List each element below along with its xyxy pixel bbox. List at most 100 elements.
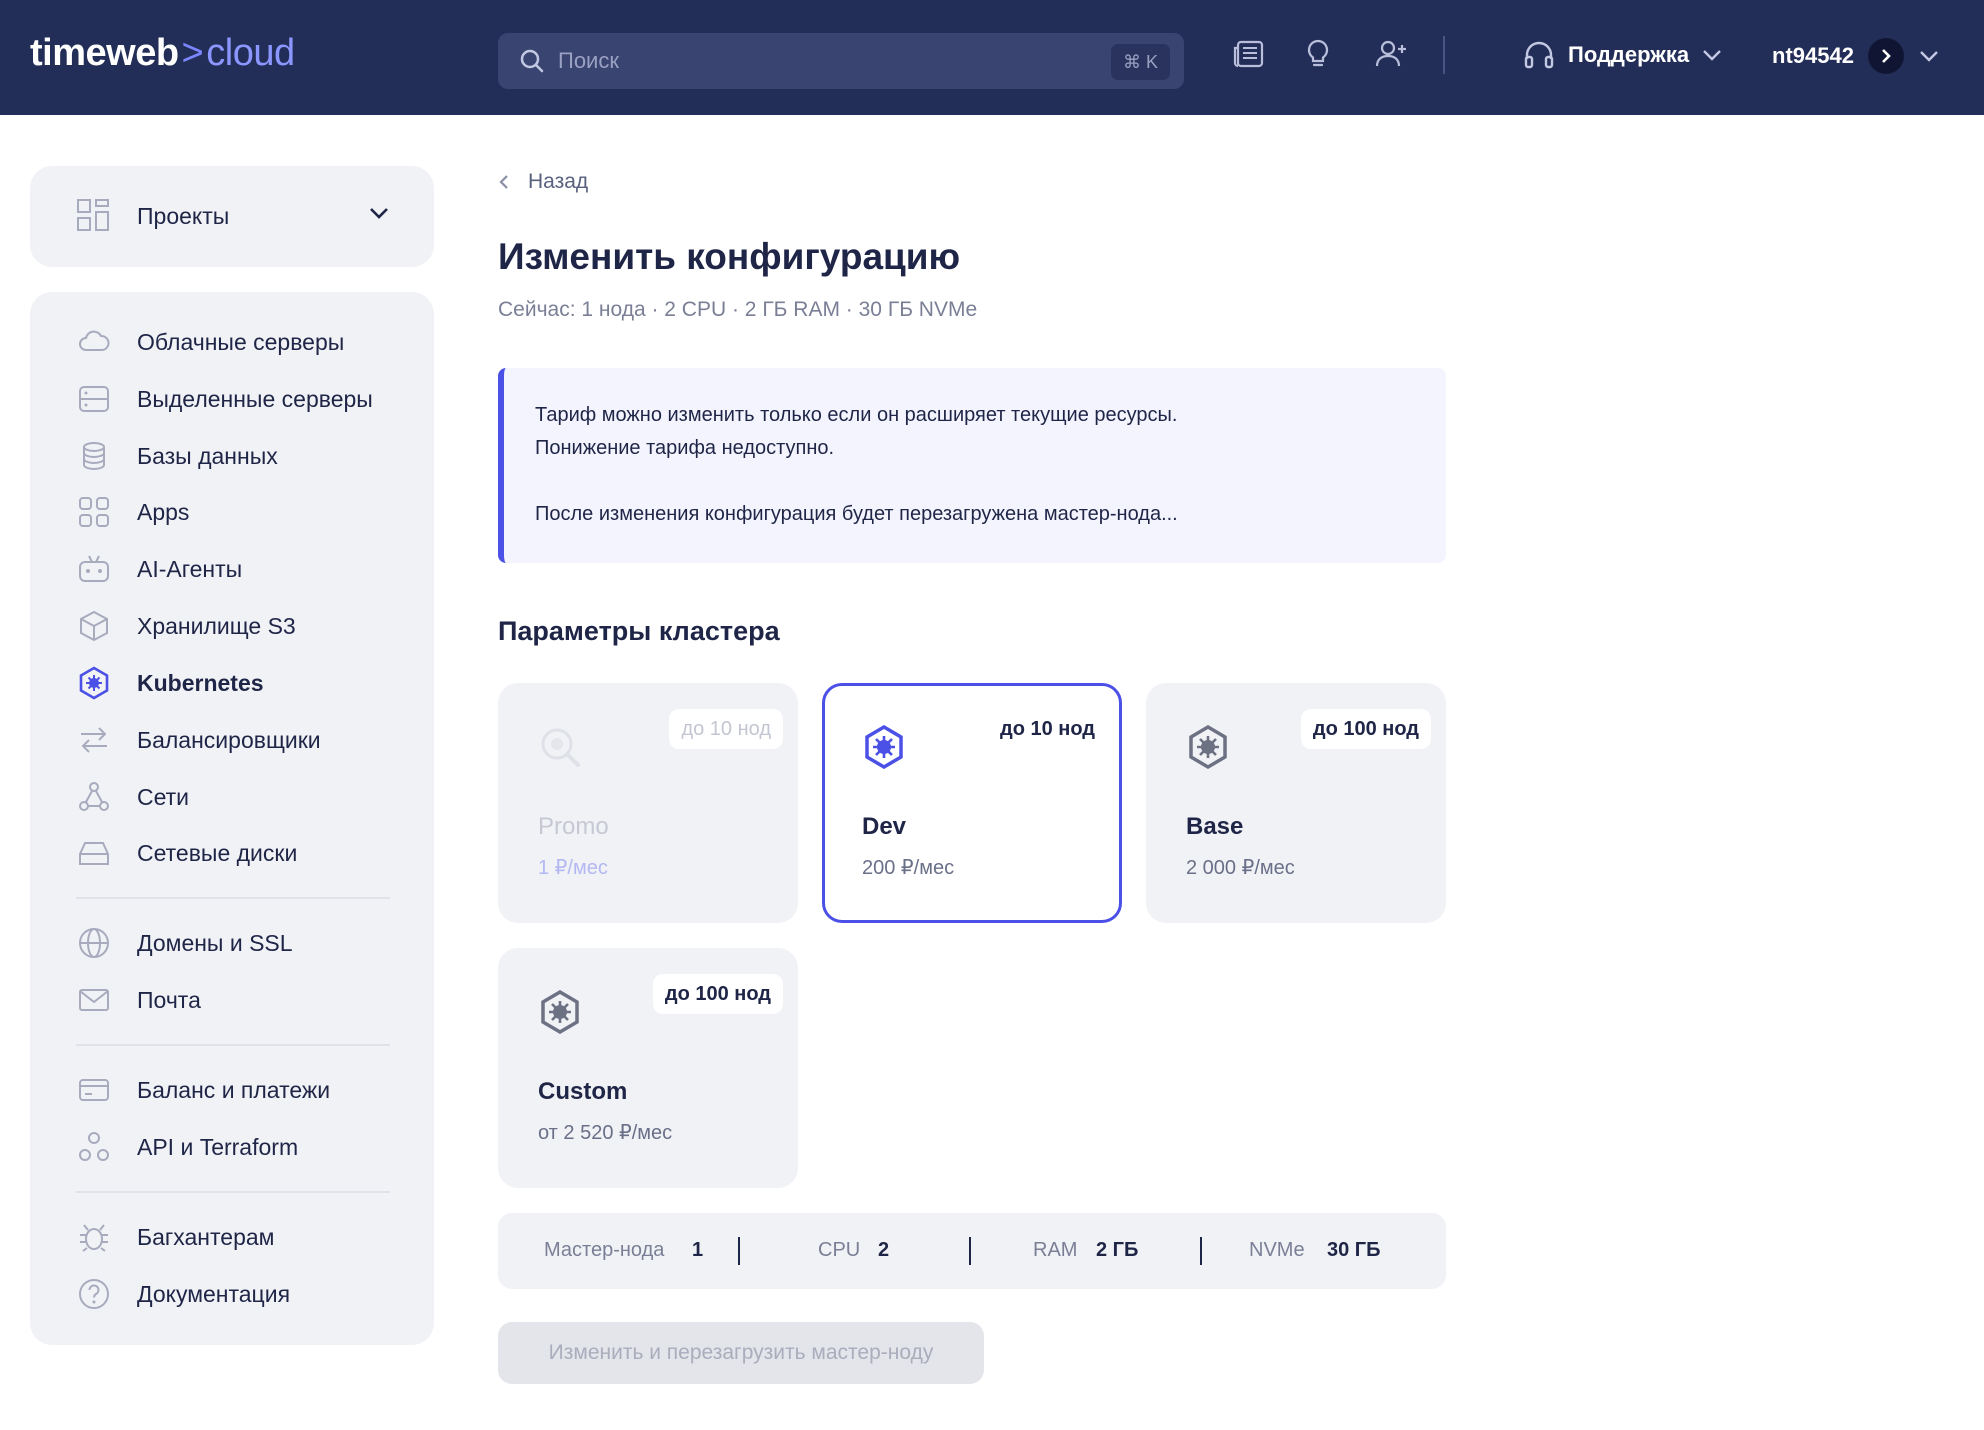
sidebar-divider (76, 1044, 390, 1046)
sidebar-item-label: Домены и SSL (137, 929, 293, 956)
globe-icon (76, 925, 112, 961)
section-title: Параметры кластера (498, 616, 780, 646)
plan-price: 1 ₽/мес (538, 857, 608, 879)
summary-nvme-label: NVMe (1249, 1239, 1305, 1261)
summary-master-value: 1 (692, 1239, 704, 1261)
plan-card-custom[interactable]: до 100 нод Custom от 2 520 ₽/мес (498, 948, 798, 1188)
database-icon (76, 438, 112, 474)
arrows-icon (76, 722, 112, 758)
sidebar-item-databases[interactable]: Базы данных (76, 436, 406, 476)
summary-cpu-value: 2 (878, 1239, 890, 1261)
kubernetes-icon (541, 990, 579, 1034)
robot-icon (76, 551, 112, 587)
info-notice: Тариф можно изменить только если он расш… (498, 368, 1446, 563)
news-icon[interactable] (1231, 36, 1267, 72)
username: nt94542 (1772, 43, 1854, 68)
headset-icon (1524, 41, 1554, 69)
summary-nvme-value: 30 ГБ (1327, 1239, 1381, 1261)
sidebar-item-networks[interactable]: Сети (76, 777, 406, 817)
sidebar-item-billing[interactable]: Баланс и платежи (76, 1070, 406, 1110)
chevron-left-icon (499, 175, 508, 189)
user-arrow-icon (1867, 38, 1904, 74)
plan-badge: до 100 нод (652, 974, 783, 1014)
sidebar-item-api[interactable]: API и Terraform (76, 1127, 406, 1167)
sidebar-item-label: Сетевые диски (137, 839, 298, 866)
sidebar-item-label: Apps (137, 498, 190, 525)
sidebar-nav: Облачные серверы Выделенные серверы Базы… (30, 292, 434, 1345)
sidebar-item-kubernetes[interactable]: Kubernetes (76, 663, 406, 703)
lightbulb-icon[interactable] (1300, 36, 1336, 72)
support-label: Поддержка (1568, 42, 1690, 67)
cube-icon (76, 608, 112, 644)
plan-name: Base (1186, 813, 1244, 840)
info-line: После изменения конфигурация будет перез… (535, 503, 1178, 525)
sidebar-item-bughunters[interactable]: Багхантерам (76, 1217, 406, 1257)
sidebar-item-label: Багхантерам (137, 1223, 275, 1250)
plan-card-promo: до 10 нод Promo 1 ₽/мес (498, 683, 798, 923)
chevron-down-icon (1703, 50, 1721, 61)
search-icon (520, 49, 544, 73)
sidebar-item-label: Баланс и платежи (137, 1076, 331, 1103)
summary-ram-label: RAM (1033, 1239, 1078, 1261)
logo-main: timeweb (30, 32, 179, 74)
projects-label: Проекты (137, 203, 230, 229)
support-menu[interactable]: Поддержка (1522, 38, 1723, 72)
sidebar-divider (76, 897, 390, 899)
plan-name: Dev (862, 813, 907, 840)
plan-price: 200 ₽/мес (862, 857, 955, 879)
grid-icon (77, 199, 109, 231)
plan-name: Promo (538, 813, 609, 840)
top-bar: timeweb > cloud Поиск ⌘ K Поддержка nt9454… (0, 0, 1984, 115)
config-summary: Мастер-нода 1 CPU 2 RAM 2 ГБ NVMe 30 ГБ (498, 1213, 1446, 1289)
summary-cpu-label: CPU (818, 1239, 861, 1261)
search-input[interactable]: Поиск ⌘ K (498, 33, 1184, 89)
info-line: Понижение тарифа недоступно. (535, 437, 835, 459)
kubernetes-icon (865, 725, 903, 769)
header-divider (1443, 36, 1445, 74)
kubernetes-icon (1189, 725, 1227, 769)
kubernetes-icon (76, 665, 112, 701)
plan-price: 2 000 ₽/мес (1186, 857, 1295, 879)
summary-ram-value: 2 ГБ (1096, 1239, 1139, 1261)
plan-badge: до 100 нод (1300, 709, 1431, 749)
api-icon (76, 1129, 112, 1165)
sidebar-item-balancers[interactable]: Балансировщики (76, 720, 406, 760)
plan-badge: до 10 нод (669, 709, 783, 749)
sidebar-item-mail[interactable]: Почта (76, 980, 406, 1020)
sidebar-item-ai-agents[interactable]: AI-Агенты (76, 549, 406, 589)
network-icon (76, 779, 112, 815)
sidebar-item-cloud-servers[interactable]: Облачные серверы (76, 322, 406, 362)
sidebar-item-label: Kubernetes (137, 669, 264, 696)
back-link[interactable]: Назад (498, 170, 588, 194)
sidebar-item-docs[interactable]: Документация (76, 1274, 406, 1314)
bug-icon (76, 1219, 112, 1255)
add-user-icon[interactable] (1373, 36, 1409, 72)
server-icon (76, 381, 112, 417)
sidebar-item-network-disks[interactable]: Сетевые диски (76, 833, 406, 873)
card-icon (76, 1072, 112, 1108)
summary-master-label: Мастер-нода (544, 1239, 665, 1261)
sidebar-item-label: Хранилище S3 (137, 612, 296, 639)
logo[interactable]: timeweb > cloud (30, 32, 295, 75)
back-label: Назад (528, 170, 589, 193)
sidebar-item-domains[interactable]: Домены и SSL (76, 923, 406, 963)
plan-card-base[interactable]: до 100 нод Base 2 000 ₽/мес (1146, 683, 1446, 923)
plan-price: от 2 520 ₽/мес (538, 1122, 673, 1144)
sidebar-item-dedicated-servers[interactable]: Выделенные серверы (76, 379, 406, 419)
sidebar-item-label: Почта (137, 986, 201, 1013)
sidebar-item-label: Балансировщики (137, 726, 321, 753)
apps-icon (76, 494, 112, 530)
page-title: Изменить конфигурацию (498, 236, 961, 277)
plan-card-dev[interactable]: до 10 нод Dev 200 ₽/мес (822, 683, 1122, 923)
search-shortcut: ⌘ K (1110, 44, 1170, 80)
chevron-down-icon (1920, 51, 1938, 62)
current-config: Сейчас: 1 нода · 2 CPU · 2 ГБ RAM · 30 Г… (498, 298, 978, 321)
sidebar-item-s3-storage[interactable]: Хранилище S3 (76, 606, 406, 646)
info-line: Тариф можно изменить только если он расш… (535, 404, 1178, 426)
mail-icon (76, 982, 112, 1018)
projects-selector[interactable]: Проекты (30, 166, 434, 267)
apply-and-restart-button[interactable]: Изменить и перезагрузить мастер-ноду (498, 1322, 984, 1384)
sidebar-item-label: AI-Агенты (137, 555, 243, 582)
sidebar-item-apps[interactable]: Apps (76, 492, 406, 532)
user-menu[interactable]: nt94542 (1772, 38, 1940, 74)
